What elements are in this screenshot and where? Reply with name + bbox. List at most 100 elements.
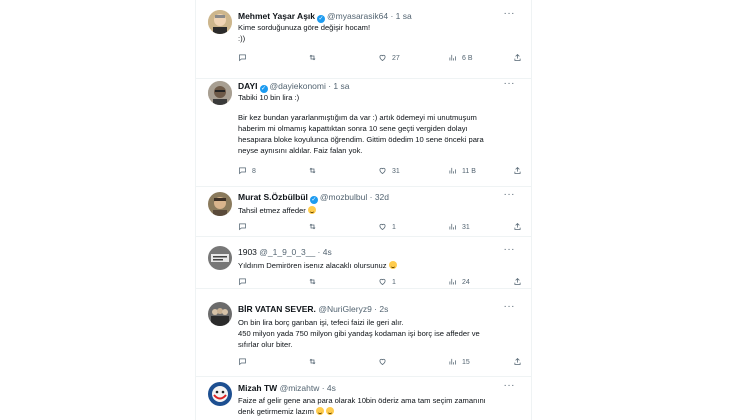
reply-button[interactable] [238, 222, 252, 233]
tweet[interactable]: BİR VATAN SEVER. @NuriGleryz9 · 2s ··· O… [196, 288, 531, 377]
more-icon[interactable]: ··· [504, 78, 516, 89]
tweet-text: On bin lira borç garıban işi, tefeci fai… [238, 317, 523, 350]
author-name[interactable]: Mizah TW [238, 383, 277, 393]
tweet-line [238, 103, 523, 112]
author-name[interactable]: BİR VATAN SEVER. [238, 304, 316, 314]
retweet-button[interactable] [308, 166, 322, 177]
reply-button[interactable] [238, 357, 252, 368]
reply-icon [238, 277, 247, 288]
tweet-line: Tahsil etmez affeder [238, 205, 523, 216]
author-handle[interactable]: @mozbulbul · 32d [320, 192, 389, 202]
author-handle[interactable]: @_1_9_0_3__ · 4s [259, 247, 331, 257]
retweet-button[interactable] [308, 222, 322, 233]
heart-icon [378, 357, 387, 368]
author-name[interactable]: 1903 [238, 247, 257, 257]
heart-icon [378, 277, 387, 288]
author-name[interactable]: Mehmet Yaşar Aşık [238, 11, 315, 21]
share-button[interactable] [513, 277, 522, 288]
tweet-line: neyse aynısını aldılar. Faiz falan yok. [238, 146, 363, 155]
views-icon [448, 166, 457, 177]
tweet[interactable]: Mizah TW @mizahtw · 4s ··· Faize af geli… [196, 376, 531, 420]
retweet-button[interactable] [308, 357, 322, 368]
tweet-actions: 15 [238, 357, 521, 369]
more-icon[interactable]: ··· [504, 189, 516, 200]
reply-icon [238, 357, 247, 368]
views-button[interactable]: 11 B [448, 166, 476, 177]
tweet-header: BİR VATAN SEVER. @NuriGleryz9 · 2s [238, 304, 388, 315]
avatar[interactable] [208, 302, 232, 326]
share-icon [513, 277, 522, 288]
avatar[interactable] [208, 382, 232, 406]
reply-icon [238, 222, 247, 233]
author-handle[interactable]: @dayiekonomi · 1 sa [270, 81, 350, 91]
tweet-text: Tahsil etmez affeder [238, 205, 523, 216]
tweet[interactable]: Murat S.Özbülbül ✓ @mozbulbul · 32d ··· Ta… [196, 186, 531, 237]
reply-button[interactable]: 8 [238, 166, 256, 177]
share-button[interactable] [513, 357, 522, 368]
tweet-line: Bir kez bundan yararlanmıştığım da var :… [238, 113, 477, 122]
tweet[interactable]: DAYI ✓ @dayiekonomi · 1 sa ··· Tabiki 10 b… [196, 78, 531, 187]
reply-button[interactable] [238, 53, 252, 64]
retweet-icon [308, 277, 317, 288]
like-button[interactable]: 1 [378, 222, 396, 233]
views-count: 11 B [462, 168, 476, 175]
tweet-line: :)) [238, 34, 246, 43]
share-button[interactable] [513, 222, 522, 233]
tweet-line: Tabiki 10 bin lira :) [238, 93, 300, 102]
tweet[interactable]: 1903 @_1_9_0_3__ · 4s ··· Yıldırım Demir… [196, 236, 531, 289]
like-count: 1 [392, 224, 396, 231]
tweet-line: hesapıara bloke koyulunca öğrendim. Gitt… [238, 135, 484, 144]
tweet-actions: 1 31 [238, 222, 521, 234]
more-icon[interactable]: ··· [504, 301, 516, 312]
avatar[interactable] [208, 246, 232, 270]
author-handle[interactable]: @NuriGleryz9 · 2s [318, 304, 388, 314]
views-button[interactable]: 24 [448, 277, 470, 288]
avatar[interactable] [208, 10, 232, 34]
tweet-actions: 8 31 11 B [238, 166, 521, 178]
like-count: 31 [392, 168, 400, 175]
more-icon[interactable]: ··· [504, 380, 516, 391]
like-button[interactable] [378, 357, 392, 368]
author-name[interactable]: Murat S.Özbülbül [238, 192, 308, 202]
tweet-line: haberim mi olmamış kapattıktan sonra 10 … [238, 124, 468, 133]
heart-icon [378, 53, 387, 64]
more-icon[interactable]: ··· [504, 244, 516, 255]
retweet-icon [308, 166, 317, 177]
share-button[interactable] [513, 166, 522, 177]
retweet-icon [308, 222, 317, 233]
tweet-actions: 27 6 B [238, 53, 521, 65]
like-button[interactable]: 31 [378, 166, 400, 177]
views-count: 6 B [462, 55, 473, 62]
tweet-header: Murat S.Özbülbül ✓ @mozbulbul · 32d [238, 192, 389, 204]
tweet-header: Mizah TW @mizahtw · 4s [238, 383, 336, 394]
laugh-emoji-icon [326, 407, 335, 415]
share-button[interactable] [513, 53, 522, 64]
author-name[interactable]: DAYI [238, 81, 258, 91]
views-icon [448, 277, 457, 288]
retweet-button[interactable] [308, 53, 322, 64]
tweet-text: Faize af gelir gene ana para olarak 10bi… [238, 395, 523, 417]
retweet-button[interactable] [308, 277, 322, 288]
reply-button[interactable] [238, 277, 252, 288]
avatar[interactable] [208, 192, 232, 216]
laugh-emoji-icon [316, 407, 325, 415]
views-icon [448, 53, 457, 64]
like-button[interactable]: 1 [378, 277, 396, 288]
like-button[interactable]: 27 [378, 53, 400, 64]
tweet-line: Yıldırım Demirören isenız alacaklı olurs… [238, 260, 523, 271]
share-icon [513, 166, 522, 177]
smile-emoji-icon [307, 206, 316, 214]
neutral-emoji-icon [388, 261, 397, 269]
author-handle[interactable]: @mizahtw · 4s [280, 383, 336, 393]
author-handle[interactable]: @myasarasik64 · 1 sa [327, 11, 412, 21]
share-icon [513, 222, 522, 233]
like-count: 27 [392, 55, 400, 62]
avatar[interactable] [208, 81, 232, 105]
more-icon[interactable]: ··· [504, 8, 516, 19]
views-count: 24 [462, 279, 470, 286]
views-button[interactable]: 6 B [448, 53, 473, 64]
tweet-text: Kime sorduğunuza göre değişir hocam! :)) [238, 22, 523, 44]
tweet[interactable]: Mehmet Yaşar Aşık ✓ @myasarasik64 · 1 sa ·… [196, 0, 531, 79]
views-button[interactable]: 15 [448, 357, 470, 368]
views-button[interactable]: 31 [448, 222, 470, 233]
